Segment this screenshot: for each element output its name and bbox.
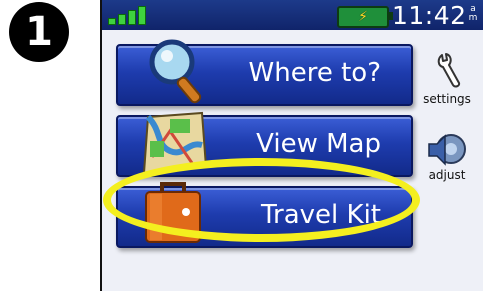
am-pm-indicator: a m — [468, 5, 478, 23]
magnifier-icon — [149, 39, 202, 104]
am-pm-bottom: m — [468, 13, 478, 23]
speaker-icon — [428, 134, 466, 166]
step-number: 1 — [25, 9, 53, 55]
clock-time: 11:42 — [392, 1, 467, 30]
view-map-label: View Map — [256, 129, 381, 159]
satellite-signal-icon — [108, 5, 146, 25]
device-screen: ⚡ 11:42 a m Where to? View Map Travel Ki… — [100, 0, 483, 291]
settings-button[interactable]: settings — [417, 48, 477, 118]
highlight-ellipse — [103, 158, 420, 242]
wrench-icon — [437, 53, 461, 88]
adjust-button[interactable]: adjust — [417, 130, 477, 200]
settings-label: settings — [423, 92, 471, 106]
battery-charging-icon: ⚡ — [337, 6, 393, 28]
where-to-label: Where to? — [248, 58, 381, 88]
status-bar: ⚡ 11:42 a m — [102, 0, 483, 30]
where-to-button[interactable]: Where to? — [116, 39, 413, 106]
step-number-badge: 1 — [9, 2, 69, 62]
adjust-label: adjust — [428, 168, 466, 182]
